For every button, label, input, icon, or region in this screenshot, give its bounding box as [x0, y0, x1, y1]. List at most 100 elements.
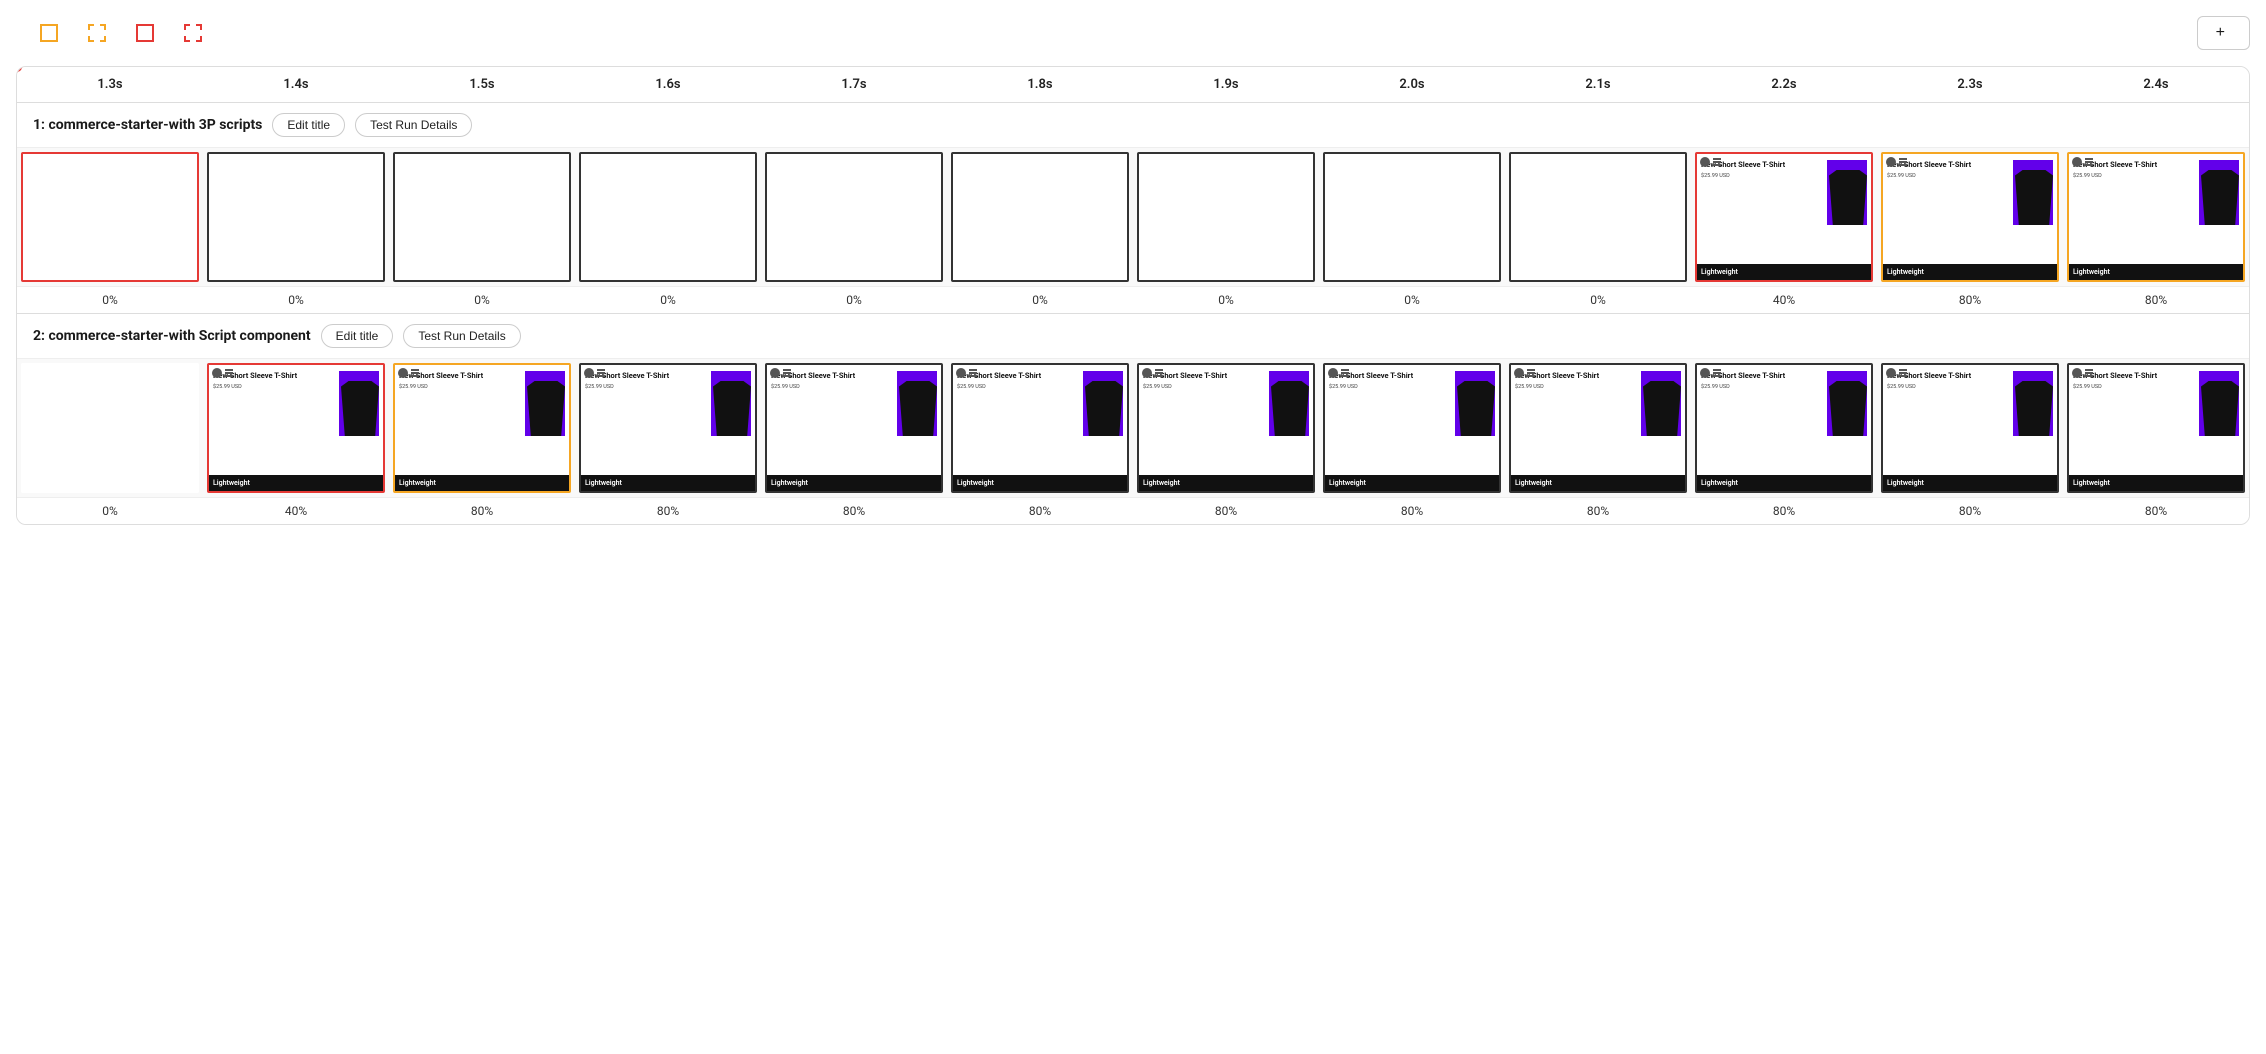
- filmstrip-frame[interactable]: New Short Sleeve T-Shirt $25.99 USD Ligh…: [2063, 148, 2249, 286]
- product-card: New Short Sleeve T-Shirt $25.99 USD Ligh…: [1139, 365, 1313, 491]
- empty-frame: [209, 154, 383, 280]
- product-card-text: New Short Sleeve T-Shirt $25.99 USD: [585, 371, 709, 473]
- section-1-test-run-button[interactable]: Test Run Details: [355, 113, 472, 137]
- product-price: $25.99 USD: [1887, 173, 2011, 179]
- percentage-cell: 0%: [575, 287, 761, 313]
- frame-7[interactable]: [1323, 152, 1501, 282]
- frame-7[interactable]: New Short Sleeve T-Shirt $25.99 USD Ligh…: [1323, 363, 1501, 493]
- icon-lines: [225, 368, 235, 378]
- filmstrip-frame[interactable]: [1505, 148, 1691, 286]
- filmstrip-frame[interactable]: [1319, 148, 1505, 286]
- product-card-top: New Short Sleeve T-Shirt $25.99 USD: [1325, 365, 1499, 475]
- filmstrip-frame[interactable]: New Short Sleeve T-Shirt $25.99 USD Ligh…: [1505, 359, 1691, 497]
- product-card-icons: [1886, 368, 1909, 378]
- plus-icon: +: [2216, 25, 2225, 41]
- section-2-test-run-button[interactable]: Test Run Details: [403, 324, 520, 348]
- percentage-cell: 80%: [761, 498, 947, 524]
- product-card-icons: [398, 368, 421, 378]
- frame-2[interactable]: [393, 152, 571, 282]
- section-1-edit-title-button[interactable]: Edit title: [272, 113, 345, 137]
- filmstrip-container: 1.3s1.4s1.5s1.6s1.7s1.8s1.9s2.0s2.1s2.2s…: [16, 66, 2250, 525]
- frame-3[interactable]: New Short Sleeve T-Shirt $25.99 USD Ligh…: [579, 363, 757, 493]
- filmstrip-frame[interactable]: New Short Sleeve T-Shirt $25.99 USD Ligh…: [1877, 359, 2063, 497]
- percentage-cell: 80%: [1691, 498, 1877, 524]
- product-card: New Short Sleeve T-Shirt $25.99 USD Ligh…: [953, 365, 1127, 491]
- filmstrip-frame[interactable]: [17, 359, 203, 497]
- filmstrip-frame[interactable]: New Short Sleeve T-Shirt $25.99 USD Ligh…: [1691, 148, 1877, 286]
- frame-3[interactable]: [579, 152, 757, 282]
- filmstrip-frame[interactable]: New Short Sleeve T-Shirt $25.99 USD Ligh…: [2063, 359, 2249, 497]
- product-card-icons: [2072, 157, 2095, 167]
- frame-1[interactable]: New Short Sleeve T-Shirt $25.99 USD Ligh…: [207, 363, 385, 493]
- icon-lines: [1899, 368, 1909, 378]
- filmstrip-frame[interactable]: [575, 148, 761, 286]
- section-2-edit-title-button[interactable]: Edit title: [321, 324, 394, 348]
- filmstrip-frame[interactable]: New Short Sleeve T-Shirt $25.99 USD Ligh…: [947, 359, 1133, 497]
- frame-0[interactable]: [21, 152, 199, 282]
- filmstrip-frame[interactable]: New Short Sleeve T-Shirt $25.99 USD Ligh…: [389, 359, 575, 497]
- icon-lines: [969, 368, 979, 378]
- icon-lines: [1527, 368, 1537, 378]
- frame-5[interactable]: [951, 152, 1129, 282]
- frame-10[interactable]: New Short Sleeve T-Shirt $25.99 USD Ligh…: [1881, 152, 2059, 282]
- product-shirt-image: [1271, 381, 1309, 436]
- filmstrip-frame[interactable]: [947, 148, 1133, 286]
- product-card-top: New Short Sleeve T-Shirt $25.99 USD: [767, 365, 941, 475]
- frame-4[interactable]: New Short Sleeve T-Shirt $25.99 USD Ligh…: [765, 363, 943, 493]
- filmstrip-frame[interactable]: New Short Sleeve T-Shirt $25.99 USD Ligh…: [761, 359, 947, 497]
- frame-2[interactable]: New Short Sleeve T-Shirt $25.99 USD Ligh…: [393, 363, 571, 493]
- filmstrip-frame[interactable]: New Short Sleeve T-Shirt $25.99 USD Ligh…: [1691, 359, 1877, 497]
- product-card: New Short Sleeve T-Shirt $25.99 USD Ligh…: [1883, 365, 2057, 491]
- product-card-top: New Short Sleeve T-Shirt $25.99 USD: [2069, 365, 2243, 475]
- frame-6[interactable]: [1137, 152, 1315, 282]
- frame-4[interactable]: [765, 152, 943, 282]
- frame-8[interactable]: New Short Sleeve T-Shirt $25.99 USD Ligh…: [1509, 363, 1687, 493]
- frame-5[interactable]: New Short Sleeve T-Shirt $25.99 USD Ligh…: [951, 363, 1129, 493]
- product-card: New Short Sleeve T-Shirt $25.99 USD Ligh…: [1325, 365, 1499, 491]
- filmstrip-frame[interactable]: [1133, 148, 1319, 286]
- product-price: $25.99 USD: [957, 384, 1081, 390]
- frame-8[interactable]: [1509, 152, 1687, 282]
- timeline-tick: 1.6s: [575, 77, 761, 92]
- filmstrip-frame[interactable]: [761, 148, 947, 286]
- filmstrip-frame[interactable]: New Short Sleeve T-Shirt $25.99 USD Ligh…: [1319, 359, 1505, 497]
- product-card-bottom: Lightweight: [1139, 475, 1313, 491]
- filmstrip-frame[interactable]: [389, 148, 575, 286]
- frame-6[interactable]: New Short Sleeve T-Shirt $25.99 USD Ligh…: [1137, 363, 1315, 493]
- icon-circle: [1514, 368, 1524, 378]
- frame-1[interactable]: [207, 152, 385, 282]
- frame-11[interactable]: New Short Sleeve T-Shirt $25.99 USD Ligh…: [2067, 363, 2245, 493]
- product-card-icons: [212, 368, 235, 378]
- product-card-top: New Short Sleeve T-Shirt $25.99 USD: [1697, 365, 1871, 475]
- legend-box-visual-change: [40, 24, 58, 42]
- product-shirt-image: [341, 381, 379, 436]
- filmstrip-frame[interactable]: New Short Sleeve T-Shirt $25.99 USD Ligh…: [575, 359, 761, 497]
- adjust-filmstrip-button[interactable]: +: [2197, 16, 2250, 50]
- filmstrip-frame[interactable]: New Short Sleeve T-Shirt $25.99 USD Ligh…: [203, 359, 389, 497]
- frame-11[interactable]: New Short Sleeve T-Shirt $25.99 USD Ligh…: [2067, 152, 2245, 282]
- percentage-cell: 80%: [1877, 287, 2063, 313]
- icon-lines: [2085, 368, 2095, 378]
- icon-lines: [1899, 157, 1909, 167]
- frame-10[interactable]: New Short Sleeve T-Shirt $25.99 USD Ligh…: [1881, 363, 2059, 493]
- percentage-cell: 40%: [203, 498, 389, 524]
- product-card: New Short Sleeve T-Shirt $25.99 USD Ligh…: [395, 365, 569, 491]
- filmstrip-frame[interactable]: [203, 148, 389, 286]
- filmstrip-frame[interactable]: New Short Sleeve T-Shirt $25.99 USD Ligh…: [1133, 359, 1319, 497]
- filmstrip-frame[interactable]: New Short Sleeve T-Shirt $25.99 USD Ligh…: [1877, 148, 2063, 286]
- percentage-cell: 0%: [761, 287, 947, 313]
- section-2: 2: commerce-starter-with Script componen…: [17, 314, 2249, 524]
- percentage-cell: 0%: [1319, 287, 1505, 313]
- legend-item-lcp: [136, 24, 160, 42]
- product-card-image: [1827, 371, 1867, 436]
- product-card-text: New Short Sleeve T-Shirt $25.99 USD: [2073, 160, 2197, 262]
- frame-9[interactable]: New Short Sleeve T-Shirt $25.99 USD Ligh…: [1695, 363, 1873, 493]
- icon-lines: [1341, 368, 1351, 378]
- icon-circle: [956, 368, 966, 378]
- empty-frame: [767, 154, 941, 280]
- frame-9[interactable]: New Short Sleeve T-Shirt $25.99 USD Ligh…: [1695, 152, 1873, 282]
- filmstrip-frame[interactable]: [17, 148, 203, 286]
- frame-0[interactable]: [21, 363, 199, 493]
- product-card-icons: [1142, 368, 1165, 378]
- timeline-tick: 2.1s: [1505, 77, 1691, 92]
